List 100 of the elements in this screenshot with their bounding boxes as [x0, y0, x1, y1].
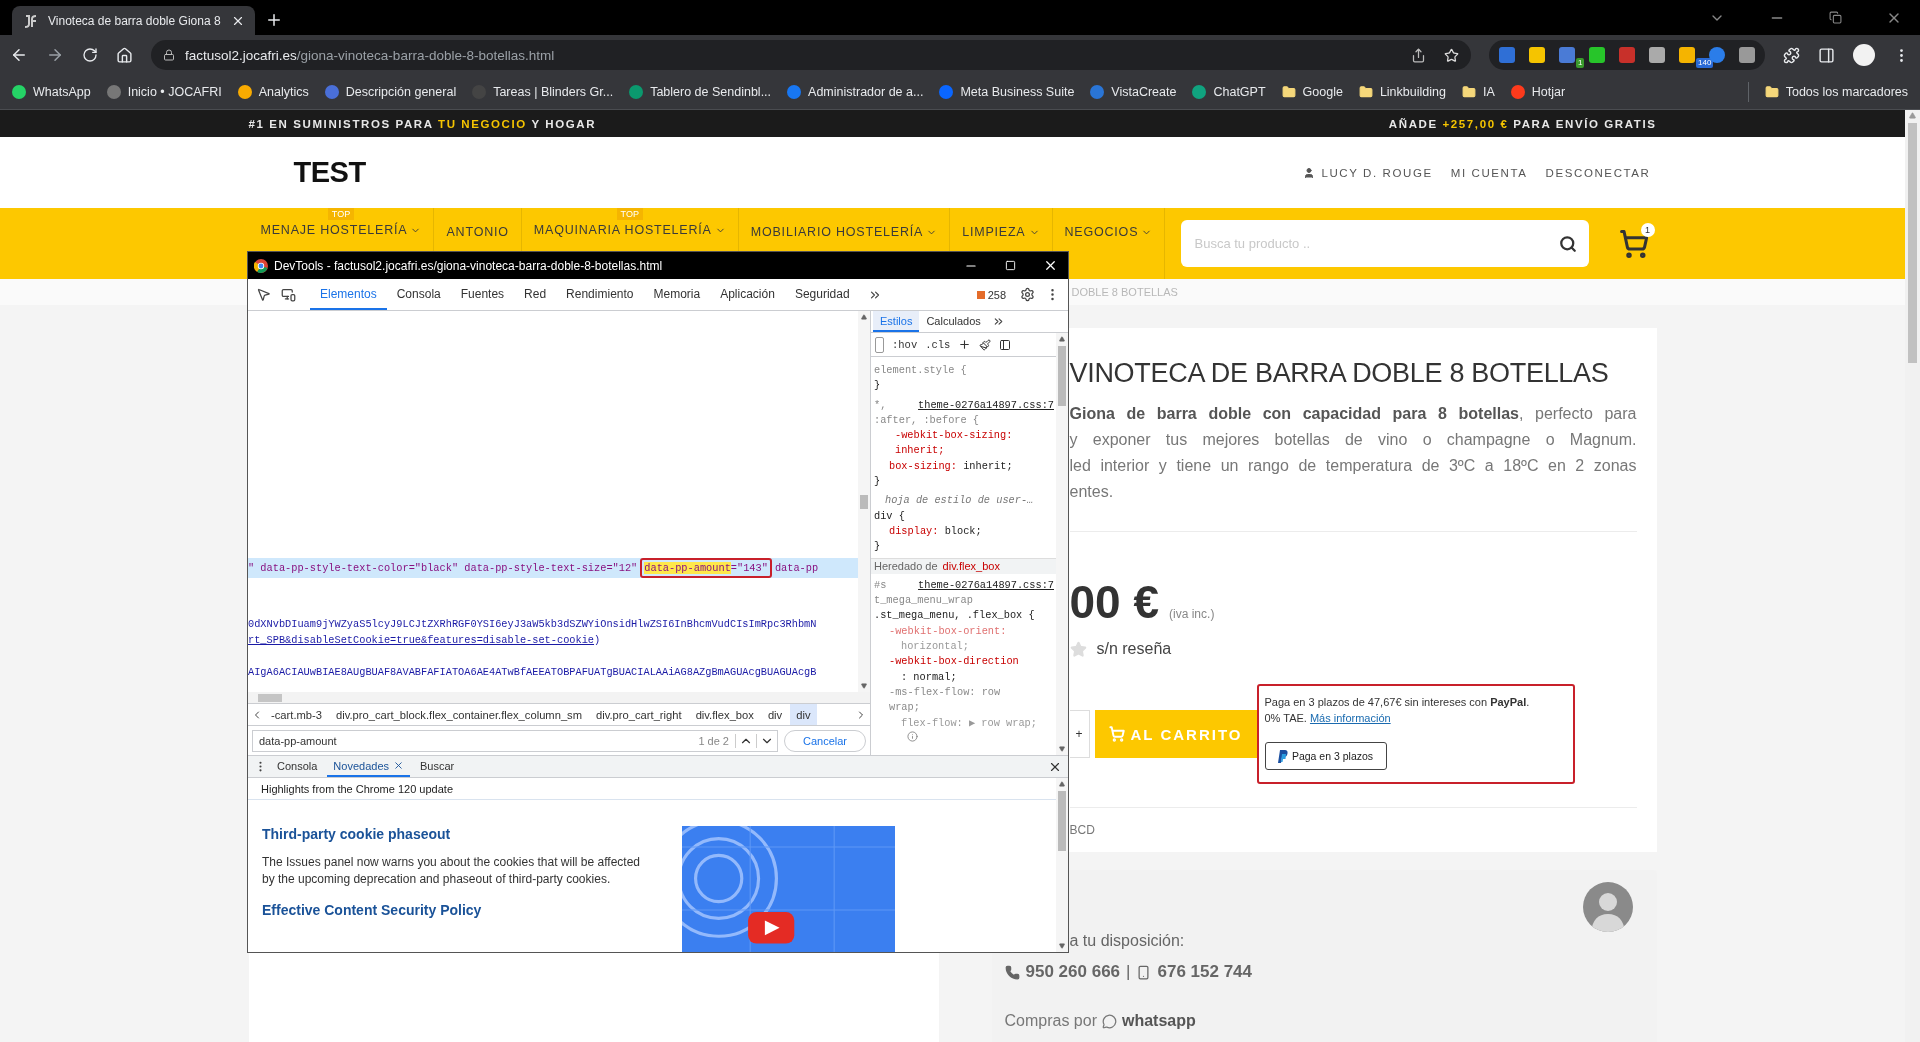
filter-field[interactable] — [875, 336, 884, 353]
class-toggle[interactable]: .cls — [925, 338, 951, 351]
cancel-button[interactable]: Cancelar — [783, 729, 866, 752]
scroll-down-icon[interactable] — [1059, 746, 1065, 752]
breadcrumb-item[interactable]: div — [790, 704, 817, 725]
bookmark[interactable]: Tablero de Sendinbl... — [629, 85, 772, 99]
bookmark[interactable]: IA — [1461, 85, 1495, 99]
scrollbar-thumb[interactable] — [1908, 123, 1917, 363]
stylesheet-link[interactable]: theme-0276a14897.css:7 — [918, 397, 1056, 413]
devtools-tab[interactable]: Fuentes — [450, 279, 515, 310]
hover-toggle[interactable]: :hov — [892, 338, 918, 351]
drawer-tab[interactable]: Buscar — [414, 756, 461, 777]
home-icon[interactable] — [116, 46, 133, 64]
header-link[interactable]: MI CUENTA — [1450, 166, 1528, 179]
devtools-tab[interactable]: Aplicación — [710, 279, 785, 310]
devtools-tab[interactable]: Seguridad — [784, 279, 860, 310]
nav-item[interactable]: ANTONIO — [438, 225, 517, 239]
extension-icon[interactable] — [1709, 47, 1725, 63]
add-icon[interactable] — [958, 338, 972, 351]
scrollbar[interactable] — [1056, 333, 1068, 755]
breadcrumb-item[interactable]: div.pro_cart_right — [590, 704, 688, 725]
cart-count: 1 — [1640, 222, 1655, 237]
scroll-down-icon[interactable] — [1059, 943, 1065, 949]
devtools-tab[interactable]: Red — [514, 279, 557, 310]
scrollbar[interactable] — [1056, 778, 1068, 952]
scrollbar-thumb[interactable] — [860, 494, 868, 509]
back-icon[interactable] — [10, 46, 28, 64]
stylesheet-link[interactable]: theme-0276a14897.css:7 — [918, 577, 1056, 594]
search-icon[interactable] — [1558, 234, 1577, 253]
paypal-button[interactable]: Paga en 3 plazos — [1264, 742, 1387, 770]
site-logo[interactable]: TEST — [293, 156, 366, 189]
code-link[interactable]: rt_SPB&disableSetCookie=true&features=disable-set-cookie — [248, 634, 595, 646]
phone-number[interactable]: 676 152 744 — [1157, 962, 1252, 982]
bookmark[interactable]: Hotjar — [1510, 85, 1566, 99]
scroll-up-icon[interactable] — [1059, 781, 1065, 787]
side-panel-icon[interactable] — [1818, 46, 1835, 64]
paintbrush-icon[interactable] — [979, 338, 992, 351]
whatsapp-link[interactable]: whatsapp — [1122, 1012, 1196, 1030]
bookmark[interactable]: Administrador de a... — [787, 85, 924, 99]
scrollbar-thumb[interactable] — [1058, 346, 1066, 406]
styles-tab[interactable]: Estilos — [873, 311, 920, 332]
puzzle-icon[interactable] — [1783, 46, 1800, 64]
info-icon[interactable] — [907, 730, 918, 742]
more-info-link[interactable]: Más información — [1309, 712, 1391, 724]
restore-icon[interactable] — [1829, 11, 1842, 24]
scrollbar[interactable] — [248, 692, 870, 703]
search-input[interactable]: data-pp-amount — [257, 733, 699, 748]
scrollbar-thumb[interactable] — [1058, 791, 1066, 851]
breadcrumb-item[interactable]: div — [761, 704, 789, 725]
header-link[interactable]: DESCONECTAR — [1545, 166, 1651, 179]
phone-number[interactable]: 950 260 666 — [1025, 962, 1121, 982]
bookmark[interactable]: Tareas | Blinders Gr... — [472, 85, 614, 99]
window-title: DevTools - factusol2.jocafri.es/giona-vinoteca-barra-doble-8-botellas.html — [274, 258, 663, 273]
nav-item[interactable]: MAQUINARIA HOSTELERÍA — [525, 223, 734, 237]
devtools-tab[interactable]: Consola — [386, 279, 451, 310]
forward-icon[interactable] — [46, 46, 64, 64]
nav-item[interactable]: MENAJE HOSTELERÍA — [252, 223, 430, 237]
maximize-icon[interactable] — [1005, 258, 1016, 273]
scroll-up-icon[interactable] — [1059, 336, 1065, 342]
bookmark[interactable]: Inicio • JOCAFRI — [106, 85, 222, 99]
bookmark[interactable]: Linkbuilding — [1358, 85, 1446, 99]
bookmark[interactable]: Descripción general — [324, 85, 457, 99]
bookmark[interactable]: WhatsApp — [12, 85, 91, 99]
bookmark[interactable]: Todos los marcadores — [1764, 85, 1908, 99]
scrollbar[interactable] — [858, 311, 870, 692]
drawer-tab[interactable]: Novedades — [327, 756, 410, 777]
search-field[interactable]: data-pp-amount 1 de 2 — [252, 729, 778, 752]
news-heading[interactable]: Effective Content Security Policy — [262, 902, 642, 918]
nav-item[interactable]: NEGOCIOS — [1056, 225, 1161, 239]
issues-badge[interactable]: 258 — [976, 279, 1006, 310]
devtools-tab[interactable]: Rendimiento — [556, 279, 644, 310]
scroll-down-icon[interactable] — [861, 683, 867, 689]
sidebar-icon[interactable] — [999, 338, 1012, 351]
drawer-tab[interactable]: Consola — [271, 756, 324, 777]
bookmark[interactable]: Google — [1281, 85, 1343, 99]
breadcrumb-item[interactable]: div.pro_cart_block.flex_container.flex_column_sm — [330, 704, 589, 725]
scroll-up-icon[interactable] — [1909, 112, 1916, 119]
devtools-tab[interactable]: Memoria — [643, 279, 711, 310]
close-icon[interactable] — [1043, 258, 1058, 273]
styles-tab[interactable]: Calculados — [919, 311, 988, 332]
bookmark[interactable]: ChatGPT — [1192, 85, 1266, 99]
share-icon[interactable] — [1411, 47, 1426, 63]
breadcrumb-item[interactable]: div.flex_box — [689, 704, 760, 725]
devtools-tab[interactable]: Elementos — [310, 279, 387, 310]
bookmark[interactable]: Meta Business Suite — [939, 85, 1075, 99]
browser-tab[interactable]: Vinoteca de barra doble Giona 8 — [12, 6, 255, 35]
star-icon[interactable] — [1444, 47, 1459, 63]
bookmark[interactable]: VistaCreate — [1090, 85, 1177, 99]
scroll-up-icon[interactable] — [861, 314, 867, 320]
nav-item[interactable]: LIMPIEZA — [954, 225, 1048, 239]
bookmark[interactable]: Analytics — [237, 85, 309, 99]
news-heading[interactable]: Third-party cookie phaseout — [262, 826, 642, 842]
nav-item[interactable]: MOBILIARIO HOSTELERÍA — [742, 225, 946, 239]
quantity-button[interactable]: + — [1069, 710, 1090, 758]
address-bar[interactable]: factusol2.jocafri.es/giona-vinoteca-barra-doble-8-botellas.html — [151, 40, 1471, 70]
account-link[interactable]: LUCY D. ROUGE — [1303, 166, 1433, 179]
reload-icon[interactable] — [82, 47, 98, 63]
cart-icon[interactable] — [1618, 228, 1649, 259]
avatar-icon[interactable] — [1853, 44, 1875, 66]
breadcrumb-item[interactable]: -cart.mb-3 — [265, 704, 328, 725]
